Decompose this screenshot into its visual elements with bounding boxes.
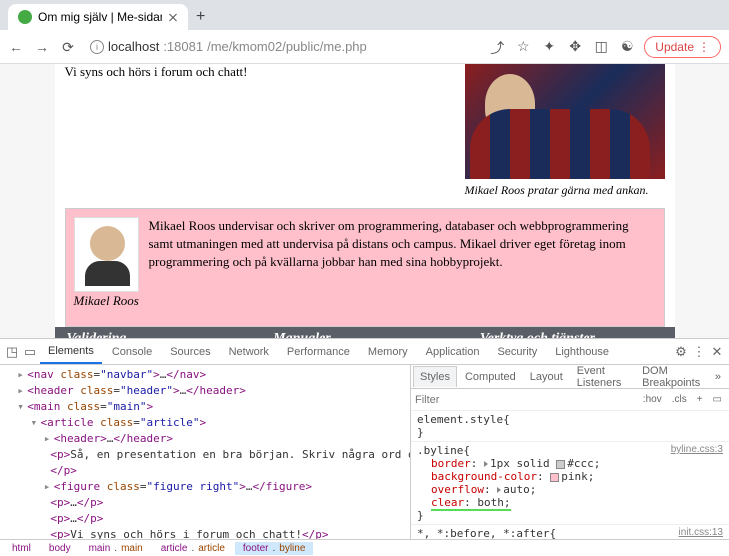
share-icon[interactable]: ⤴ — [488, 38, 506, 56]
panel-icon[interactable]: ◫ — [592, 38, 610, 56]
byline-link[interactable]: byline.css:3 — [671, 444, 723, 457]
footer-headings: Validering Manualer Verktyg och tjänster — [55, 327, 675, 338]
rule-star: *, *:before, *:after {init.css:13 box-si… — [411, 525, 729, 539]
tab-security[interactable]: Security — [489, 341, 545, 363]
favicon-icon — [18, 10, 32, 24]
url-path: /me/kmom02/public/me.php — [207, 39, 367, 54]
new-tab-button[interactable]: + — [188, 4, 213, 30]
browser-toolbar: ← → ⟳ i localhost :18081/me/kmom02/public… — [0, 30, 729, 64]
tab-console[interactable]: Console — [104, 341, 160, 363]
figure-image — [465, 64, 665, 179]
bc-html: html — [4, 542, 39, 555]
inspect-icon[interactable]: ◳ — [4, 344, 20, 360]
heading-verktyg: Verktyg och tjänster — [472, 327, 671, 338]
tab-lighthouse[interactable]: Lighthouse — [547, 341, 617, 363]
devtools-body: ▸<nav class="navbar">…</nav> ▸<header cl… — [0, 365, 729, 539]
bc-main: main.main — [81, 542, 151, 555]
settings-icon[interactable]: ⚙ — [673, 344, 689, 360]
tab-styles[interactable]: Styles — [413, 366, 457, 387]
forward-button[interactable]: → — [34, 39, 50, 55]
page-wrapper: Mikael Roos pratar gärna med ankan. Vi s… — [55, 64, 675, 338]
address-bar[interactable]: i localhost :18081/me/kmom02/public/me.ph… — [86, 35, 478, 58]
tab-network[interactable]: Network — [221, 341, 277, 363]
heading-manualer: Manualer — [265, 327, 464, 338]
styles-rules[interactable]: element.style { } .byline {byline.css:3 … — [411, 411, 729, 539]
cls-toggle[interactable]: .cls — [669, 393, 690, 406]
byline-image — [74, 217, 139, 292]
styles-filter-bar: :hov .cls + ▭ — [411, 389, 729, 411]
dom-breadcrumb[interactable]: html body main.main article.article foot… — [0, 539, 729, 556]
dom-tree[interactable]: ▸<nav class="navbar">…</nav> ▸<header cl… — [0, 365, 411, 539]
bc-article: article.article — [153, 542, 233, 555]
tab-computed[interactable]: Computed — [459, 367, 522, 387]
tab-more[interactable]: » — [709, 367, 727, 387]
site-info-icon[interactable]: i — [90, 40, 104, 54]
devtools-tabs: ◳ ▭ Elements Console Sources Network Per… — [0, 339, 729, 365]
devtools-close-icon[interactable]: ✕ — [709, 344, 725, 360]
init-link[interactable]: init.css:13 — [679, 527, 723, 539]
url-port: :18081 — [163, 39, 203, 54]
byline-name: Mikael Roos — [74, 292, 656, 310]
more-icon[interactable]: ⋮ — [691, 344, 707, 360]
styles-tabs: Styles Computed Layout Event Listeners D… — [411, 365, 729, 389]
toolbar-icons: ⤴ ☆ ✦ ✥ ◫ ☯ Update ⋮ — [488, 36, 721, 58]
profile-icon[interactable]: ☯ — [618, 38, 636, 56]
ext1-icon[interactable]: ✦ — [540, 38, 558, 56]
figure-right: Mikael Roos pratar gärna med ankan. — [465, 64, 665, 198]
tab-performance[interactable]: Performance — [279, 341, 358, 363]
back-button[interactable]: ← — [8, 39, 24, 55]
devtools: ◳ ▭ Elements Console Sources Network Per… — [0, 338, 729, 556]
menu-dots-icon: ⋮ — [698, 40, 710, 54]
rule-element-style: element.style { } — [411, 411, 729, 442]
bc-body: body — [41, 542, 79, 555]
rule-byline: .byline {byline.css:3 border: 1px solid … — [411, 442, 729, 525]
byline-footer: Mikael Roos undervisar och skriver om pr… — [65, 208, 665, 327]
byline-text: Mikael Roos undervisar och skriver om pr… — [74, 217, 656, 272]
tab-title: Om mig själv | Me-sidan — [38, 10, 162, 24]
reload-button[interactable]: ⟳ — [60, 39, 76, 55]
styles-filter-input[interactable] — [415, 394, 636, 406]
close-tab-icon[interactable] — [168, 12, 178, 22]
tab-layout[interactable]: Layout — [524, 367, 569, 387]
styles-panel: Styles Computed Layout Event Listeners D… — [411, 365, 729, 539]
url-host: localhost — [108, 39, 159, 54]
tab-strip: Om mig själv | Me-sidan + — [0, 0, 729, 30]
new-rule-button[interactable]: + — [694, 393, 706, 406]
hov-toggle[interactable]: :hov — [640, 393, 665, 406]
page-viewport: Mikael Roos pratar gärna med ankan. Vi s… — [0, 64, 729, 556]
device-icon[interactable]: ▭ — [22, 344, 38, 360]
tab-sources[interactable]: Sources — [162, 341, 218, 363]
main-article: Mikael Roos pratar gärna med ankan. Vi s… — [55, 64, 675, 327]
styles-panel-menu[interactable]: ▭ — [710, 393, 725, 406]
tab-memory[interactable]: Memory — [360, 341, 416, 363]
browser-tab[interactable]: Om mig själv | Me-sidan — [8, 4, 188, 30]
update-button[interactable]: Update ⋮ — [644, 36, 721, 58]
bc-footer: footer.byline — [235, 542, 314, 555]
puzzle-icon[interactable]: ✥ — [566, 38, 584, 56]
star-icon[interactable]: ☆ — [514, 38, 532, 56]
heading-validering: Validering — [59, 327, 258, 338]
figure-caption: Mikael Roos pratar gärna med ankan. — [465, 183, 665, 198]
tab-elements[interactable]: Elements — [40, 340, 102, 364]
page-content: Mikael Roos pratar gärna med ankan. Vi s… — [0, 64, 729, 338]
tab-application[interactable]: Application — [418, 341, 488, 363]
